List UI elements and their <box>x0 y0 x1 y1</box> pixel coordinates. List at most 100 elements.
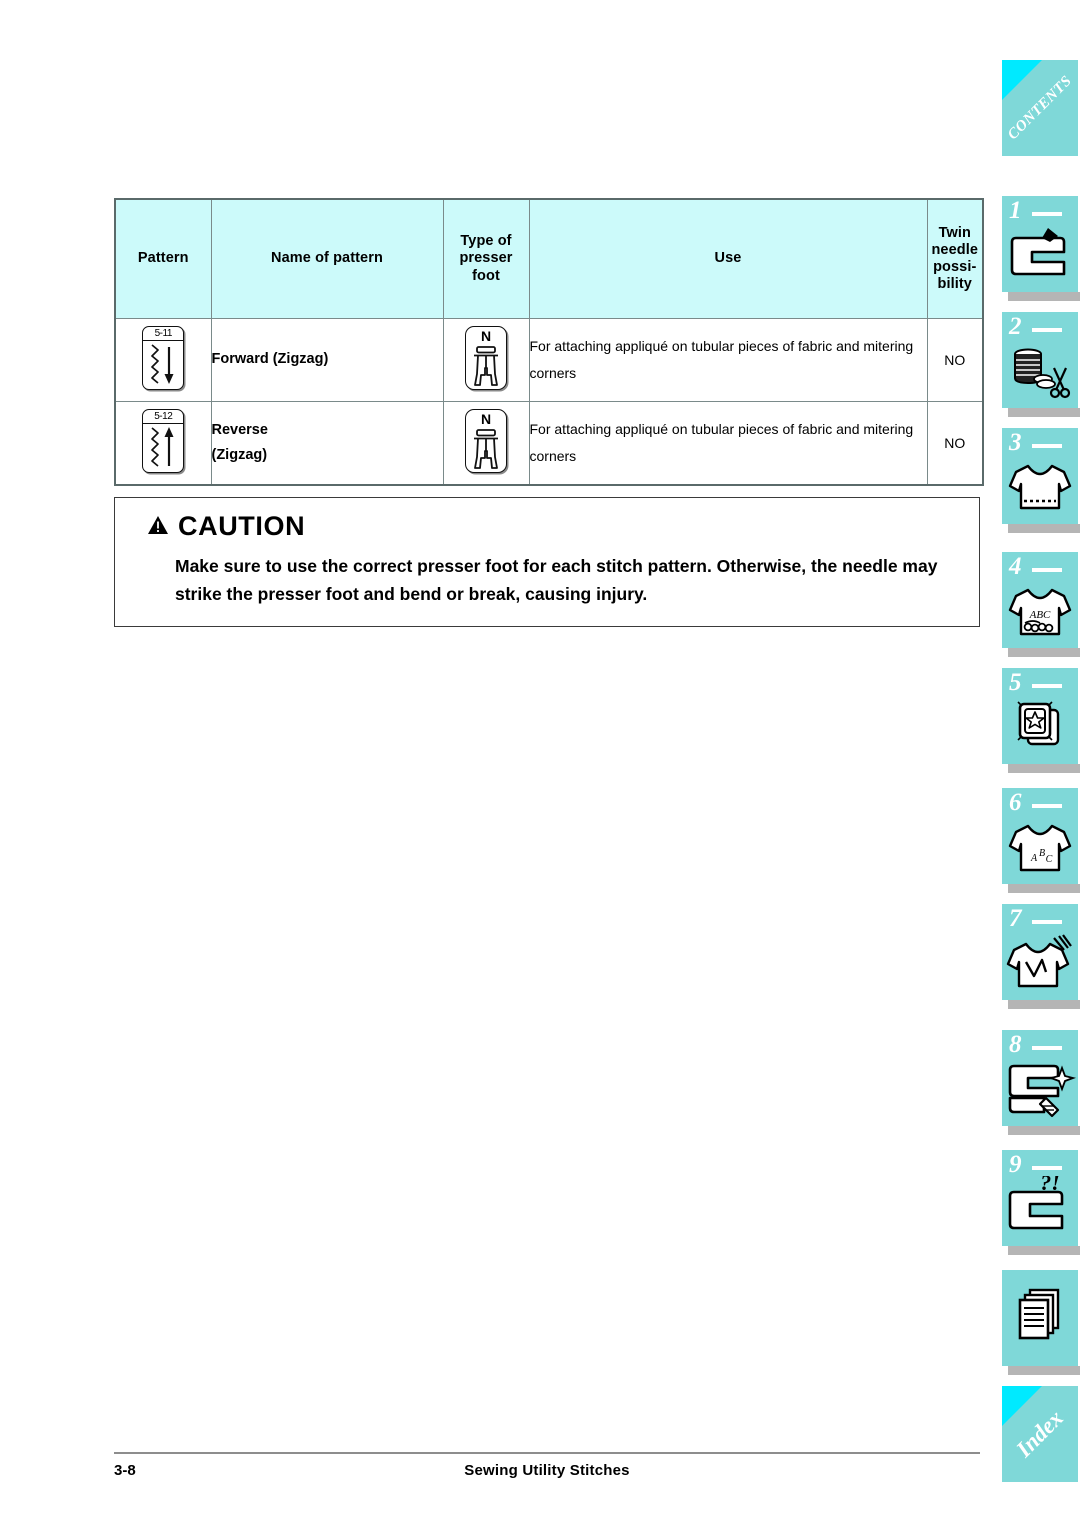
tab-dash <box>1032 804 1062 808</box>
pattern-name-line: Forward (Zigzag) <box>211 351 329 368</box>
tab-shadow <box>1008 764 1080 773</box>
twin-needle-cell: NO <box>926 401 984 486</box>
column-header-name-of-pattern: Name of pattern <box>210 198 444 319</box>
presser-foot-icon: N <box>465 408 507 473</box>
pattern-name-cell: Reverse (Zigzag) <box>210 401 444 486</box>
sidebar-tab-4[interactable]: 4 ABC <box>1002 552 1080 657</box>
sidebar-tab-7-number: 7 <box>1009 905 1022 932</box>
twin-header-line-4: bility <box>937 276 972 293</box>
sidebar-tab-1-number: 1 <box>1009 197 1022 224</box>
tab-shadow <box>1008 292 1080 301</box>
sidebar-tab-4-number: 4 <box>1009 553 1022 580</box>
twin-header-line-3: possi- <box>933 259 977 275</box>
stitch-pattern-table: Pattern Name of pattern Type of presser … <box>114 198 984 486</box>
footer-divider <box>114 1452 980 1454</box>
sidebar-tab-index-label: Index <box>1011 1405 1068 1462</box>
sidebar-tab-2-number: 2 <box>1009 313 1022 340</box>
column-header-pattern: Pattern <box>114 198 212 319</box>
tab-dash <box>1032 1046 1062 1050</box>
table-header-row: Pattern Name of pattern Type of presser … <box>114 198 984 319</box>
table-row: 5-11 Forward (Zigzag) N For attaching ap… <box>114 318 984 402</box>
tab-dash <box>1032 920 1062 924</box>
tab-dash <box>1032 444 1062 448</box>
sidebar-tab-6[interactable]: 6 A B C <box>1002 788 1080 893</box>
pattern-cell: 5-12 <box>114 401 212 486</box>
caution-body-text: Make sure to use the correct presser foo… <box>175 555 938 605</box>
sidebar-tab-7[interactable]: 7 <box>1002 904 1080 1009</box>
machine-cleaning-icon <box>1002 1056 1078 1124</box>
machine-troubleshoot-icon: ?! <box>1002 1170 1078 1244</box>
zigzag-up-arrow-icon <box>143 425 183 470</box>
twin-header-line-2: needle <box>931 241 979 258</box>
sidebar-tab-index[interactable]: Index <box>1002 1386 1078 1482</box>
sidebar-tab-8-number: 8 <box>1009 1031 1022 1058</box>
sidebar-tab-1[interactable]: 1 <box>1002 196 1080 301</box>
sidebar-tab-2[interactable]: 2 <box>1002 312 1080 417</box>
stitch-pattern-code: 5-12 <box>143 411 184 424</box>
svg-text:A: A <box>1030 853 1038 864</box>
caution-title-text: CAUTION <box>178 511 306 541</box>
footer-section-title: Sewing Utility Stitches <box>464 1462 630 1479</box>
sidebar-tab-9[interactable]: 9 ?! <box>1002 1150 1080 1255</box>
shirt-repair-icon <box>1002 930 1078 998</box>
warning-triangle-icon <box>147 512 169 542</box>
tab-shadow <box>1008 1126 1080 1135</box>
use-cell: For attaching appliqué on tubular pieces… <box>528 401 928 486</box>
presser-foot-icon: N <box>465 325 507 390</box>
presser-foot-letter: N <box>480 327 492 344</box>
sidebar-tab-8[interactable]: 8 <box>1002 1030 1080 1135</box>
presser-foot-header-line-2: presser <box>459 250 513 267</box>
svg-text:ABC: ABC <box>1029 609 1051 621</box>
monogramming-foot-shape-icon <box>466 344 506 388</box>
sidebar-tabs: CONTENTS 1 2 3 4 ABC 5 6 A B C 7 8 9 ?! … <box>990 0 1080 1523</box>
thread-spool-scissors-icon <box>1002 338 1078 406</box>
tab-dash <box>1032 1166 1062 1170</box>
column-header-type-of-presser-foot: Type of presser foot <box>442 198 530 319</box>
tab-dash <box>1032 684 1062 688</box>
presser-foot-header-line-1: Type of <box>460 233 512 250</box>
tab-dash <box>1032 568 1062 572</box>
monogramming-foot-shape-icon <box>466 427 506 471</box>
caution-heading: CAUTION <box>147 511 961 542</box>
pattern-name-line: (Zigzag) <box>211 447 268 463</box>
pattern-name-line: Reverse <box>211 421 268 438</box>
tab-shadow <box>1008 408 1080 417</box>
pattern-cell: 5-11 <box>114 318 212 402</box>
twin-needle-cell: NO <box>926 318 984 402</box>
sidebar-tab-5-number: 5 <box>1009 669 1022 696</box>
sidebar-tab-5[interactable]: 5 <box>1002 668 1080 773</box>
presser-foot-cell: N <box>442 401 530 486</box>
sidebar-tab-appendix[interactable] <box>1002 1270 1080 1375</box>
table-row: 5-12 Reverse (Zigzag) N For attaching ap… <box>114 401 984 486</box>
shirt-abc-icon: ABC <box>1002 578 1078 646</box>
presser-foot-header-line-3: foot <box>472 267 500 284</box>
sidebar-tab-3[interactable]: 3 <box>1002 428 1080 533</box>
caution-box: CAUTION Make sure to use the correct pre… <box>114 497 980 628</box>
zigzag-down-arrow-icon <box>143 342 183 387</box>
sewing-machine-icon <box>1002 222 1078 290</box>
shirt-monogram-icon: A B C <box>1002 814 1078 882</box>
tab-shadow <box>1008 1246 1080 1255</box>
stitch-pattern-icon: 5-12 <box>142 408 185 473</box>
column-header-use: Use <box>528 198 928 319</box>
svg-text:C: C <box>1046 854 1053 865</box>
stitch-pattern-icon: 5-11 <box>142 325 185 390</box>
sidebar-tab-3-number: 3 <box>1009 429 1022 456</box>
svg-text:?!: ?! <box>1040 1176 1060 1195</box>
sidebar-tab-9-number: 9 <box>1009 1151 1022 1178</box>
pages-stack-icon <box>1002 1282 1078 1350</box>
tab-shadow <box>1008 884 1080 893</box>
stitch-pattern-code: 5-11 <box>143 328 184 341</box>
shirt-stitch-icon <box>1002 454 1078 522</box>
tab-shadow <box>1008 524 1080 533</box>
tab-dash <box>1032 328 1062 332</box>
use-cell: For attaching appliqué on tubular pieces… <box>528 318 928 402</box>
svg-text:B: B <box>1039 848 1045 859</box>
sidebar-tab-contents[interactable]: CONTENTS <box>1002 60 1078 156</box>
presser-foot-letter: N <box>480 410 492 427</box>
page-footer: 3-8 Sewing Utility Stitches <box>114 1462 980 1492</box>
tab-shadow <box>1008 1000 1080 1009</box>
column-header-twin-needle-possibility: Twin needle possi- bility <box>926 198 984 319</box>
page-content: Pattern Name of pattern Type of presser … <box>0 0 990 1523</box>
embroidery-card-star-icon <box>1002 694 1078 762</box>
